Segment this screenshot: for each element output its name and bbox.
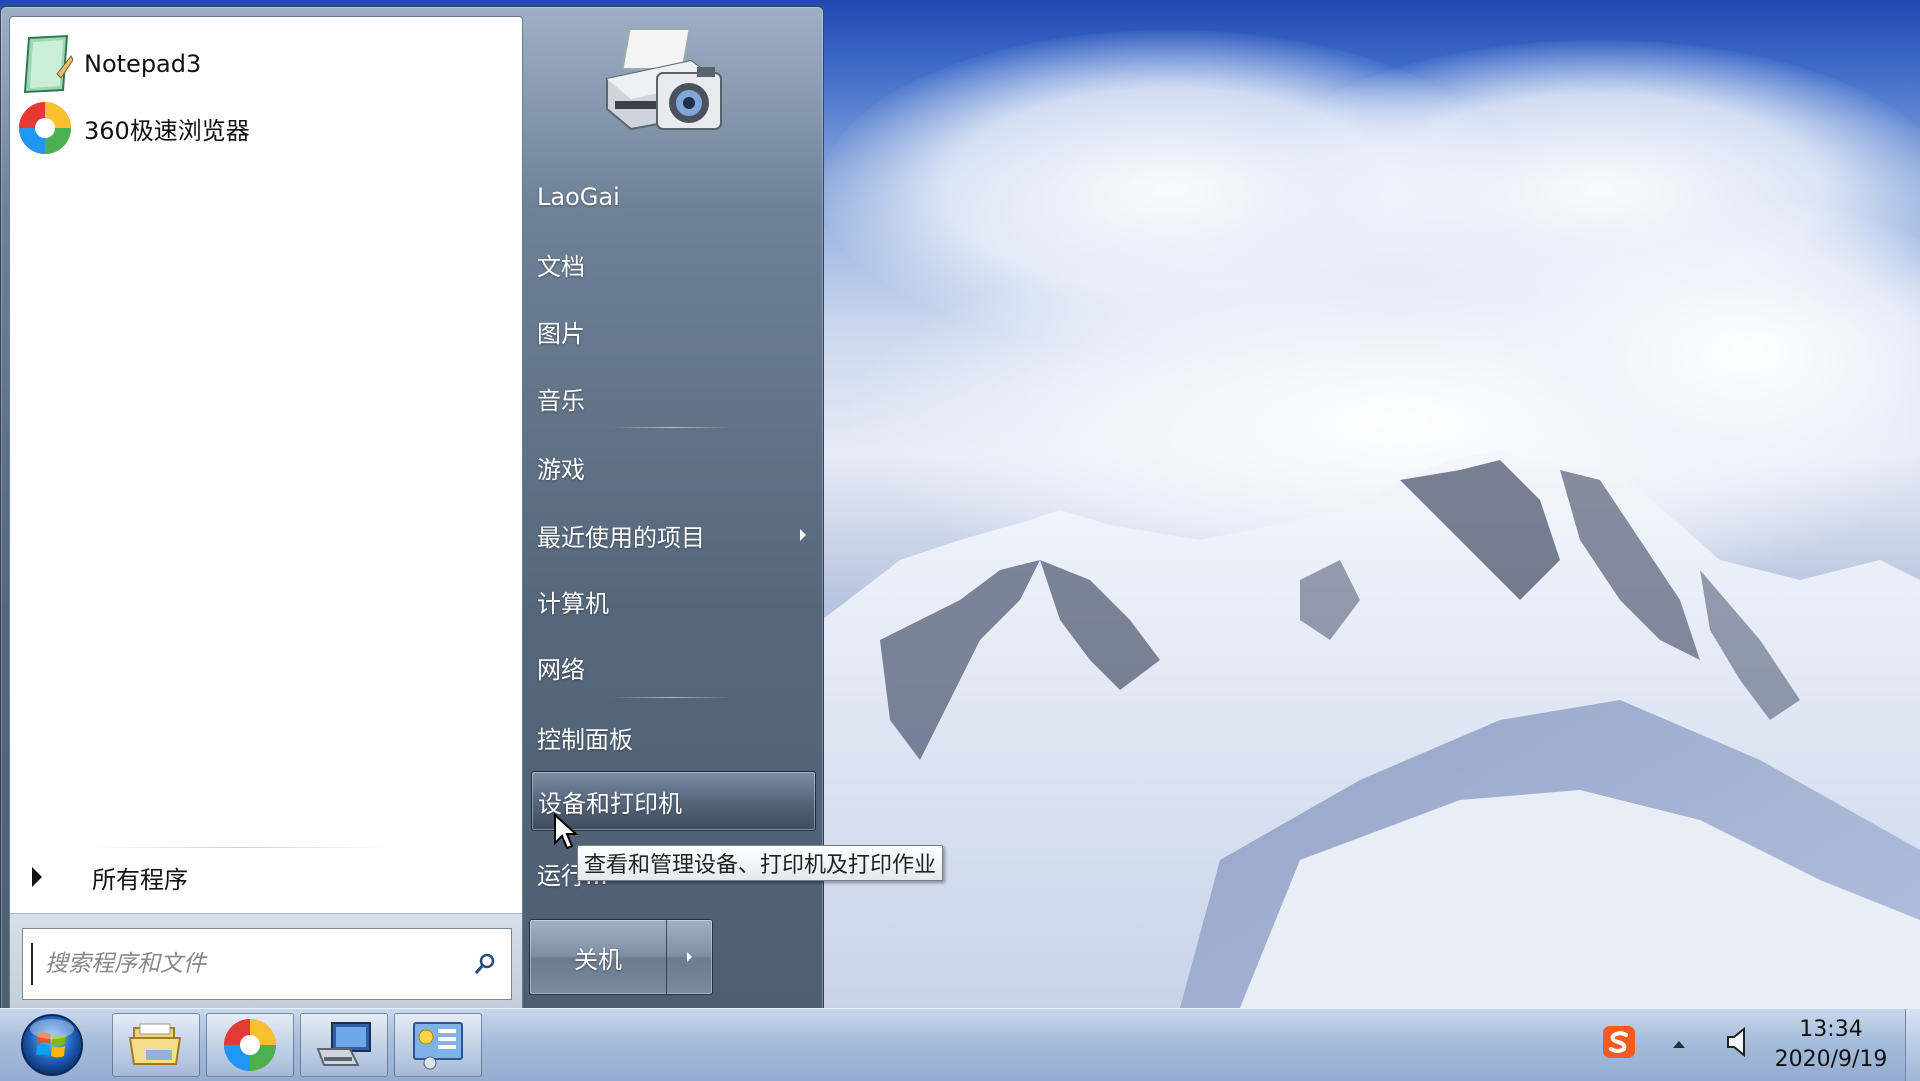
menu-item-label: 音乐 bbox=[537, 386, 585, 415]
start-menu-item-control-panel[interactable]: 控制面板 bbox=[531, 711, 816, 763]
triangle-right-icon bbox=[687, 952, 692, 962]
show-hidden-icons-arrow[interactable] bbox=[1672, 1039, 1686, 1049]
divider bbox=[611, 697, 731, 698]
system-clock[interactable]: 13:34 2020/9/19 bbox=[1756, 1015, 1906, 1075]
computer-icon bbox=[316, 1022, 371, 1066]
menu-item-label: 控制面板 bbox=[537, 725, 633, 754]
text-caret bbox=[31, 943, 33, 985]
tooltip: 查看和管理设备、打印机及打印作业 bbox=[577, 845, 944, 881]
start-menu-item-recent-items[interactable]: 最近使用的项目 bbox=[531, 509, 816, 561]
notepad-icon bbox=[14, 33, 76, 95]
taskbar-360-browser[interactable] bbox=[206, 1013, 294, 1077]
start-menu-item-user[interactable]: LaoGai bbox=[531, 171, 816, 223]
shutdown-options-button[interactable] bbox=[667, 920, 712, 994]
browser-360-icon bbox=[224, 1019, 276, 1071]
windows-explorer-icon bbox=[128, 1023, 182, 1065]
taskbar-windows-explorer[interactable] bbox=[112, 1013, 200, 1077]
menu-item-label: 计算机 bbox=[537, 589, 609, 618]
control-panel-icon bbox=[413, 1022, 463, 1070]
shutdown-button[interactable]: 关机 bbox=[530, 920, 667, 994]
submenu-arrow-icon bbox=[800, 529, 806, 541]
divider bbox=[611, 427, 731, 428]
start-button[interactable] bbox=[16, 1013, 88, 1077]
pinned-item-label: 360极速浏览器 bbox=[84, 116, 250, 145]
start-menu-item-music[interactable]: 音乐 bbox=[531, 372, 816, 424]
taskbar-control-panel[interactable] bbox=[394, 1013, 482, 1077]
start-menu: Notepad3 360极速浏览器 所有程序 搜索程序和文件 LaoGai 文档… bbox=[0, 6, 944, 1012]
search-input[interactable] bbox=[43, 933, 473, 995]
pinned-item-notepad3[interactable]: Notepad3 bbox=[14, 33, 514, 95]
divider bbox=[90, 847, 390, 848]
start-menu-item-network[interactable]: 网络 bbox=[531, 641, 816, 693]
start-menu-item-documents[interactable]: 文档 bbox=[531, 238, 816, 290]
pinned-item-360-browser[interactable]: 360极速浏览器 bbox=[14, 97, 514, 159]
taskbar-computer[interactable] bbox=[300, 1013, 388, 1077]
search-area bbox=[10, 913, 522, 1010]
pinned-item-label: Notepad3 bbox=[84, 50, 202, 78]
shutdown-button-group: 关机 bbox=[529, 919, 713, 995]
start-menu-item-computer[interactable]: 计算机 bbox=[531, 575, 816, 627]
search-icon[interactable] bbox=[473, 952, 497, 976]
menu-item-label: 图片 bbox=[537, 319, 585, 348]
mouse-cursor-icon bbox=[554, 813, 579, 850]
menu-item-label: LaoGai bbox=[537, 183, 620, 211]
menu-item-label: 最近使用的项目 bbox=[537, 523, 705, 552]
show-desktop-button[interactable] bbox=[1905, 1009, 1920, 1081]
sogou-ime-icon[interactable] bbox=[1602, 1025, 1636, 1059]
devices-printers-icon bbox=[601, 21, 741, 141]
triangle-right-icon bbox=[32, 867, 42, 887]
taskbar: 13:34 2020/9/19 bbox=[0, 1008, 1920, 1081]
menu-item-label: 游戏 bbox=[537, 455, 585, 484]
start-menu-item-games[interactable]: 游戏 bbox=[531, 441, 816, 493]
browser-360-icon bbox=[14, 97, 76, 159]
all-programs-button[interactable]: 所有程序 bbox=[22, 855, 518, 899]
start-menu-left-pane: Notepad3 360极速浏览器 所有程序 bbox=[9, 16, 523, 1010]
clock-time: 13:34 bbox=[1799, 1017, 1863, 1042]
search-box[interactable] bbox=[22, 928, 512, 1000]
menu-item-label: 文档 bbox=[537, 252, 585, 281]
menu-item-label: 网络 bbox=[537, 655, 585, 684]
all-programs-label: 所有程序 bbox=[92, 865, 188, 894]
clock-date: 2020/9/19 bbox=[1774, 1047, 1888, 1072]
start-menu-item-pictures[interactable]: 图片 bbox=[531, 305, 816, 357]
volume-icon[interactable] bbox=[1726, 1025, 1750, 1059]
